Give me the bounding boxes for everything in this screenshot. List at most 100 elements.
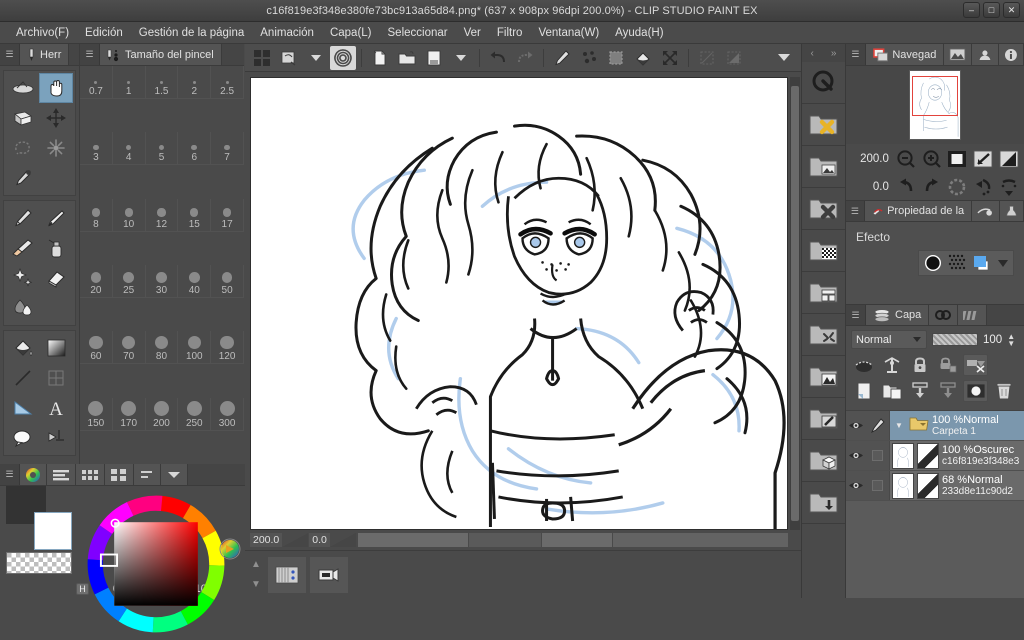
brush-size-cell[interactable]: 50 [211,265,244,298]
animation-cels-button[interactable] [309,556,349,594]
clip-to-layer-icon[interactable] [851,354,876,376]
brush-size-cell[interactable]: 60 [80,331,113,364]
transparent-color-swatch[interactable] [6,552,72,574]
color-panel-menu-icon[interactable]: ☰ [0,464,20,485]
layer-row[interactable]: 68 %Normal233d8e11c90d2 [846,471,1024,501]
layer-draw-checkbox[interactable] [866,471,890,500]
pen-tool[interactable] [6,203,40,233]
blend-tool[interactable] [6,293,40,323]
airbrush-tool[interactable] [40,233,74,263]
brush-size-cell[interactable]: 170 [113,398,146,431]
toolbar-overflow-icon[interactable] [771,46,797,70]
clip-studio-link-icon[interactable] [276,46,302,70]
combine-down-button[interactable] [935,380,960,402]
navigator-preview[interactable] [846,66,1024,144]
folder-expand-icon[interactable]: ▼ [892,421,906,430]
canvas-rotation-field[interactable]: 0.0 [309,533,330,547]
tab-animation-cels[interactable] [958,305,987,325]
artwork-canvas[interactable] [250,77,788,530]
brush-size-cell[interactable]: 40 [178,265,211,298]
tab-tamano-pincel[interactable]: Tamaño del pincel [100,44,222,65]
quickbar-prev-icon[interactable]: ‹ [811,48,814,59]
brush-size-cell[interactable]: 200 [146,398,179,431]
layer-checkbox[interactable] [872,450,883,461]
page-navigation[interactable]: ▲ ▼ [247,555,265,595]
brush-size-cell[interactable]: 17 [211,199,244,232]
tool-palette-menu-icon[interactable]: ☰ [0,44,20,65]
layer-meta[interactable]: ▼100 %NormalCarpeta 1 [890,411,1024,440]
tab-capa[interactable]: Capa [866,305,929,325]
brush-size-cell[interactable]: 7 [211,132,244,165]
brush-size-cell[interactable]: 1 [113,66,146,99]
brush-size-cell[interactable]: 10 [113,199,146,232]
auto-select-tool[interactable] [40,133,74,163]
menu-ventana[interactable]: Ventana(W) [530,25,607,41]
frame-border-tool[interactable] [40,363,74,393]
tab-color-wheel[interactable] [20,464,47,485]
navigator-menu-icon[interactable]: ☰ [846,44,866,65]
brush-size-cell[interactable]: 1.5 [146,66,179,99]
layer-meta[interactable]: 100 %Oscurecc16f819e3f348e3 [890,441,1024,470]
brush-size-cell[interactable]: 5 [146,132,179,165]
flip-horizontal-button[interactable] [972,175,995,200]
brush-size-cell[interactable]: 80 [146,331,179,364]
menu-gestion-pagina[interactable]: Gestión de la página [131,25,253,41]
opacity-slider[interactable] [932,333,978,346]
tab-layer-property[interactable] [929,305,958,325]
brush-tool[interactable] [6,233,40,263]
brush-size-cell[interactable]: 120 [211,331,244,364]
rotate-left-button[interactable] [895,175,918,200]
text-tool[interactable]: A [40,393,74,423]
menu-animacion[interactable]: Animación [252,25,322,41]
brush-size-cell[interactable]: 30 [146,265,179,298]
lasso-select-tool[interactable] [6,133,40,163]
select-dots-icon[interactable] [576,46,602,70]
layer-row[interactable]: ▼100 %NormalCarpeta 1 [846,411,1024,441]
scrollbar-thumb[interactable] [791,86,799,521]
navigator-thumbnail[interactable] [909,70,961,140]
operation-tool[interactable] [6,73,39,103]
layer-visibility-toggle[interactable] [846,411,866,440]
hand-tool[interactable] [39,73,73,103]
move-layer-tool[interactable] [6,103,40,133]
fill-tool[interactable] [6,333,40,363]
layer-visibility-toggle[interactable] [846,441,866,470]
efecto-controls[interactable] [918,250,1014,276]
transform-toolbar-icon[interactable] [657,46,683,70]
new-layer-folder-button[interactable] [879,380,904,402]
tab-subtool-detail[interactable] [972,201,1000,221]
material-color-pattern-icon[interactable] [802,356,845,398]
menu-ayuda[interactable]: Ayuda(H) [607,25,671,41]
menu-ver[interactable]: Ver [456,25,489,41]
brush-size-cell[interactable]: 150 [80,398,113,431]
set-reference-layer-icon[interactable] [879,354,904,376]
correct-line-tool[interactable] [40,423,74,453]
layer-panel-menu-icon[interactable]: ☰ [846,305,866,325]
material-layout-icon[interactable] [802,272,845,314]
color-panel-expand[interactable] [161,464,188,485]
status-segment-4[interactable] [613,533,788,547]
brush-size-cell[interactable]: 0.7 [80,66,113,99]
tab-subview[interactable] [944,44,972,65]
layer-draw-checkbox[interactable] [866,441,890,470]
quick-access-search-icon[interactable] [802,62,845,104]
color-layer-icon[interactable] [971,253,993,273]
ruler-tool[interactable] [6,393,40,423]
tab-navegador[interactable]: Navegad [866,44,945,65]
selection-area-icon[interactable] [603,46,629,70]
efecto-dropdown-icon[interactable] [997,259,1009,268]
new-file-icon[interactable] [367,46,393,70]
lock-layer-icon[interactable] [907,354,932,376]
lock-transparency-icon[interactable] [935,354,960,376]
menu-archivo[interactable]: Archivo(F) [8,25,77,41]
material-draw-icon[interactable] [802,398,845,440]
material-delete-icon[interactable] [802,188,845,230]
tab-intermediate-color[interactable] [105,464,134,485]
zoom-in-button[interactable] [921,147,944,172]
canvas-zoom-field[interactable]: 200.0 [250,533,282,547]
brush-size-cell[interactable]: 8 [80,199,113,232]
close-button[interactable]: ✕ [1003,2,1020,18]
eyedropper-tool[interactable] [6,163,40,193]
transfer-down-button[interactable] [907,380,932,402]
eyedropper-toolbar-icon[interactable] [549,46,575,70]
